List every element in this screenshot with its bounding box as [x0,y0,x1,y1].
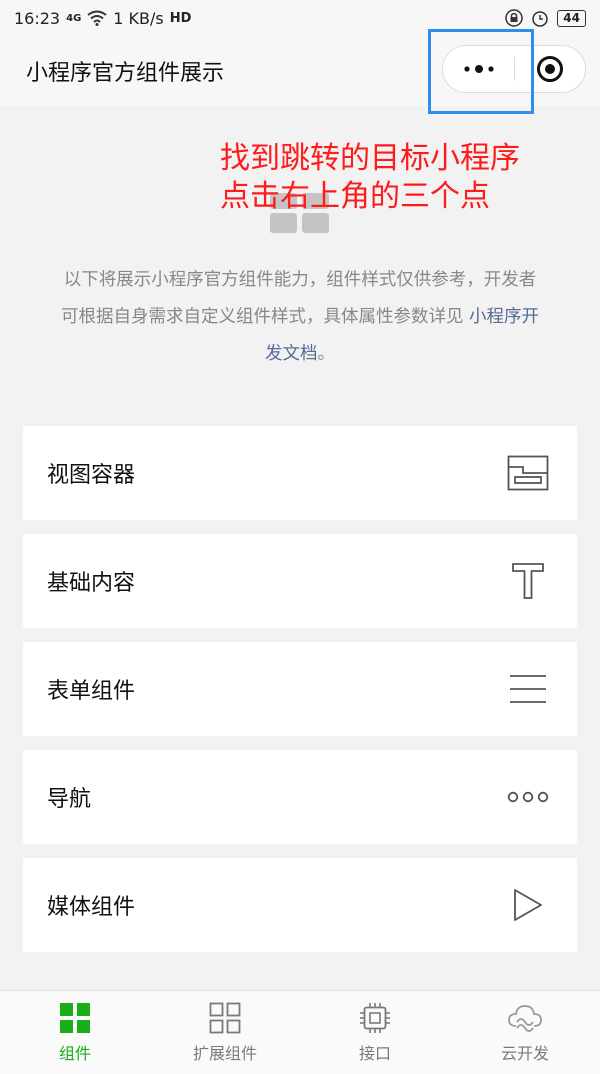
annotation-text: 找到跳转的目标小程序 点击右上角的三个点 [220,140,520,216]
network-icon: 4G [66,12,82,24]
form-lines-icon [507,668,549,710]
text-icon [507,560,549,602]
alarm-icon [532,11,549,27]
annotation-line-1: 找到跳转的目标小程序 [220,141,520,176]
annotation-line-2: 点击右上角的三个点 [220,179,490,214]
chip-icon [360,1002,390,1033]
wifi-icon [87,10,107,26]
list-item-label: 导航 [47,787,92,812]
list-item-media-components[interactable]: 媒体组件 [23,858,577,952]
component-grid-icon [60,1002,90,1033]
tab-label: 云开发 [500,1043,549,1063]
list-item-navigation[interactable]: 导航 [23,750,577,844]
list-item-label: 表单组件 [47,679,136,704]
status-right: 44 [505,9,586,27]
tab-extended-components[interactable]: 扩展组件 [150,991,300,1074]
hd-icon: HD [169,10,192,26]
status-time: 16:23 [14,8,61,28]
tab-api[interactable]: 接口 [300,991,450,1074]
tab-label: 组件 [58,1043,91,1063]
list-item-view-container[interactable]: 视图容器 [23,426,577,520]
list-item-label: 基础内容 [47,571,136,596]
extend-grid-icon [209,1002,241,1033]
tab-cloud-development[interactable]: 云开发 [450,991,600,1074]
tab-components[interactable]: 组件 [0,991,150,1074]
battery-indicator: 44 [557,9,586,27]
list-item-label: 媒体组件 [47,895,136,920]
list-item-form-components[interactable]: 表单组件 [23,642,577,736]
tab-label: 扩展组件 [192,1043,257,1063]
highlight-box [428,29,534,114]
page-title: 小程序官方组件展示 [26,61,225,86]
cloud-icon [508,1004,542,1032]
tab-bar: 组件 扩展组件 接口 云开发 [0,990,600,1074]
network-speed: 1 KB/s [113,8,164,28]
close-target-icon [536,56,563,82]
view-container-icon [507,452,549,494]
list-item-label: 视图容器 [47,463,136,488]
component-list: 视图容器 基础内容 表单组件 导航 媒体组件 [23,426,577,966]
list-item-basic-content[interactable]: 基础内容 [23,534,577,628]
play-icon [507,884,549,926]
intro-end: 。 [317,344,336,364]
intro-text: 以下将展示小程序官方组件能力，组件样式仅供参考，开发者可根据自身需求自定义组件样… [60,262,540,373]
lock-icon [505,9,524,27]
tab-label: 接口 [358,1043,391,1063]
three-dots-icon [507,776,549,818]
status-left: 16:23 4G 1 KB/s HD [14,9,191,28]
intro-body: 以下将展示小程序官方组件能力，组件样式仅供参考，开发者可根据自身需求自定义组件样… [60,270,537,327]
